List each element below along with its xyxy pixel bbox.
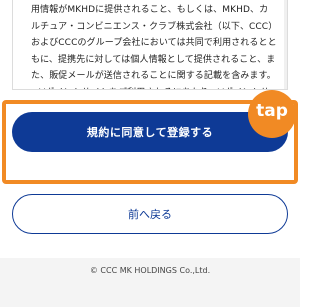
terms-scroll-box[interactable]: 用情報がMKHDに提供されること、もしくは、MKHD、カルチュア・コンビニエンス… (12, 0, 288, 90)
registration-terms-page: 用情報がMKHDに提供されること、もしくは、MKHD、カルチュア・コンビニエンス… (0, 0, 300, 307)
copyright-text: © CCC MK HOLDINGS Co.,Ltd. (89, 266, 211, 275)
tap-badge: tap (248, 90, 296, 138)
agree-and-register-button[interactable]: 規約に同意して登録する (12, 112, 288, 152)
terms-scrollbar[interactable] (284, 0, 287, 89)
back-button[interactable]: 前へ戻る (12, 194, 288, 234)
terms-text: 用情報がMKHDに提供されること、もしくは、MKHD、カルチュア・コンビニエンス… (31, 5, 277, 89)
